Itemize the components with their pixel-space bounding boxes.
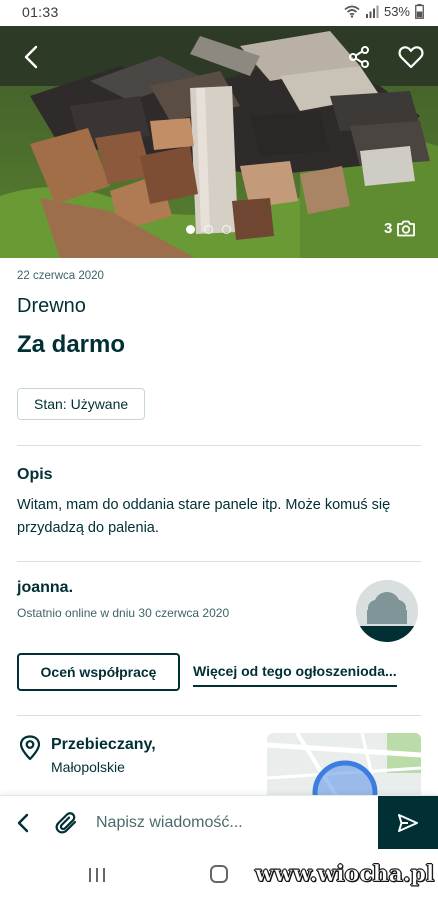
- gallery-dot-1[interactable]: [186, 225, 195, 234]
- listing-price: Za darmo: [17, 331, 126, 358]
- status-time: 01:33: [22, 4, 59, 20]
- rate-cooperation-button[interactable]: Oceń współpracę: [17, 653, 180, 691]
- battery-icon: [415, 4, 424, 19]
- location-city: Przebieczany,: [51, 736, 156, 753]
- back-button[interactable]: [14, 40, 48, 74]
- gallery-dot-3[interactable]: [222, 225, 231, 234]
- attach-button[interactable]: [53, 809, 81, 837]
- message-back-button[interactable]: [12, 810, 34, 836]
- divider: [17, 445, 421, 446]
- listing-title: Drewno: [17, 295, 86, 317]
- send-icon: [398, 814, 418, 832]
- chevron-left-icon: [24, 45, 38, 69]
- heart-icon: [398, 46, 424, 69]
- camera-icon: [397, 220, 416, 237]
- chevron-left-icon: [17, 813, 29, 833]
- gallery-dot-2[interactable]: [204, 225, 213, 234]
- divider: [17, 561, 421, 562]
- user-placeholder-icon: [356, 580, 418, 642]
- seller-name[interactable]: joanna.: [17, 579, 73, 597]
- condition-tag: Stan: Używane: [17, 388, 146, 420]
- home-icon[interactable]: [209, 864, 229, 884]
- photo-counter[interactable]: 3: [384, 220, 416, 237]
- map-preview: [267, 733, 421, 797]
- battery-percent: 53%: [383, 4, 410, 19]
- description-text: Witam, mam do oddania stare panele itp. …: [17, 497, 391, 536]
- favorite-button[interactable]: [394, 40, 428, 74]
- status-indicators: 53%: [344, 4, 424, 19]
- location-pin-icon: [19, 735, 41, 761]
- paperclip-icon: [55, 812, 77, 834]
- more-from-seller-link[interactable]: Więcej od tego ogłoszenioda...: [193, 663, 397, 687]
- recent-apps-icon[interactable]: [88, 866, 106, 884]
- signal-icon: [365, 5, 379, 18]
- message-bar: [0, 795, 438, 850]
- send-button[interactable]: [378, 796, 438, 850]
- share-button[interactable]: [342, 40, 376, 74]
- divider: [17, 715, 421, 716]
- status-bar: 01:33 53%: [0, 0, 438, 26]
- listing-date: 22 czerwca 2020: [17, 270, 104, 282]
- avatar[interactable]: [356, 580, 418, 642]
- watermark: www.wiocha.pl: [255, 861, 435, 888]
- message-input[interactable]: [96, 808, 366, 838]
- photo-gallery[interactable]: 3: [0, 26, 438, 258]
- location-region: Małopolskie: [51, 759, 125, 775]
- wifi-icon: [344, 5, 360, 18]
- share-icon: [349, 46, 369, 68]
- gallery-pagination: [186, 225, 231, 234]
- photo-count-value: 3: [384, 220, 393, 237]
- description-heading: Opis: [17, 466, 53, 483]
- seller-last-seen: Ostatnio online w dniu 30 czerwca 2020: [17, 606, 230, 620]
- location-map[interactable]: [267, 733, 421, 797]
